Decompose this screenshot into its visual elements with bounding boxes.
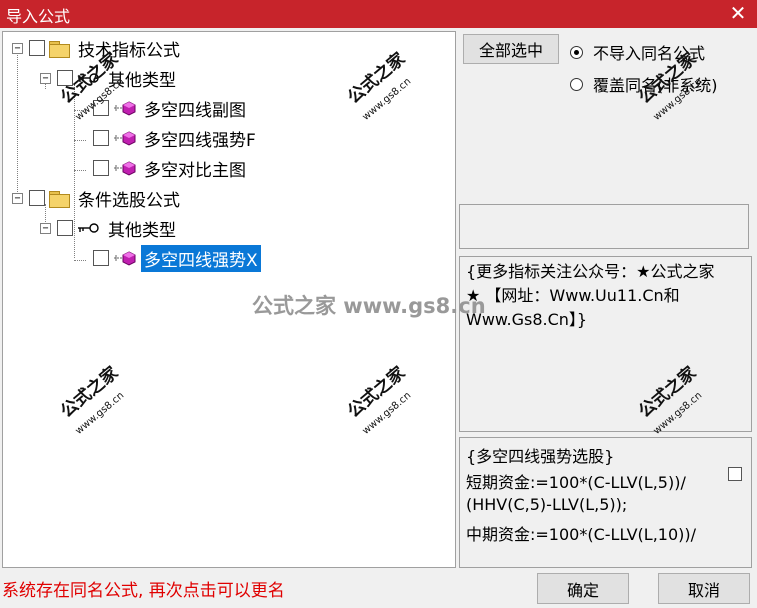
radio-no-import-same-name[interactable]: 不导入同名公式: [570, 40, 705, 64]
radio-dot[interactable]: [570, 45, 583, 59]
tree-node-other-types[interactable]: − 其他类型: [40, 64, 179, 92]
radio-label: 覆盖同名(非系统): [593, 76, 718, 95]
formula-code-box: {多空四线强势选股} 短期资金:=100*(C-LLV(L,5))/ (HHV(…: [459, 437, 752, 568]
collapse-toggle[interactable]: −: [12, 42, 23, 54]
code-line: (HHV(C,5)-LLV(L,5));: [466, 495, 628, 514]
key-icon: [78, 223, 99, 233]
tree-connector: [74, 110, 86, 111]
tree-node-label[interactable]: 多空对比主图: [141, 155, 249, 182]
tree-node-formula[interactable]: 多空四线副图: [93, 94, 249, 122]
tree-node-label[interactable]: 多空四线强势X: [141, 244, 261, 272]
tree-node-label[interactable]: 技术指标公式: [75, 35, 183, 62]
formula-icon: [114, 131, 136, 146]
collapse-toggle[interactable]: −: [12, 192, 23, 204]
formula-icon: [114, 101, 136, 116]
node-checkbox[interactable]: [93, 100, 109, 116]
tree-node-formula-selected[interactable]: 多空四线强势X: [93, 244, 261, 272]
title-bar: 导入公式 ✕: [0, 0, 757, 28]
folder-icon: [49, 40, 70, 58]
tree-node-formula[interactable]: 多空对比主图: [93, 154, 249, 182]
tree-connector: [74, 140, 86, 141]
cancel-button[interactable]: 取消: [658, 573, 750, 604]
ok-button[interactable]: 确定: [537, 573, 629, 604]
tree-node-stock-screening[interactable]: − 条件选股公式: [12, 184, 183, 212]
window-title: 导入公式: [6, 7, 71, 26]
radio-label: 不导入同名公式: [593, 44, 706, 63]
tree-node-label[interactable]: 其他类型: [105, 215, 179, 242]
node-checkbox[interactable]: [93, 160, 109, 176]
node-checkbox[interactable]: [29, 190, 45, 206]
tree-node-formula[interactable]: 多空四线强势F: [93, 124, 259, 152]
folder-icon: [49, 190, 70, 208]
node-checkbox[interactable]: [93, 130, 109, 146]
status-message: 系统存在同名公式, 再次点击可以更名: [2, 581, 285, 601]
radio-dot[interactable]: [570, 77, 583, 91]
tree-connector: [74, 260, 86, 261]
key-icon: [78, 73, 99, 83]
select-all-button[interactable]: 全部选中: [463, 34, 559, 64]
formula-icon: [114, 251, 136, 266]
collapse-toggle[interactable]: −: [40, 222, 51, 234]
collapse-toggle[interactable]: −: [40, 72, 51, 84]
formula-icon: [114, 161, 136, 176]
radio-overwrite-same-name[interactable]: 覆盖同名(非系统): [570, 72, 718, 96]
watermark-center: 公式之家 www.gs8.cn: [252, 294, 486, 318]
tree-node-label[interactable]: 其他类型: [105, 65, 179, 92]
rename-field[interactable]: [459, 204, 749, 249]
node-checkbox[interactable]: [57, 220, 73, 236]
tree-node-other-types[interactable]: − 其他类型: [40, 214, 179, 242]
tree-node-label[interactable]: 条件选股公式: [75, 185, 183, 212]
tree-connector: [17, 52, 18, 198]
tree-node-tech-indicators[interactable]: − 技术指标公式: [12, 34, 183, 62]
description-box: {更多指标关注公众号：★公式之家★ 【网址：Www.Uu11.Cn和Www.Gs…: [459, 256, 752, 432]
code-line: {多空四线强势选股}: [466, 447, 615, 466]
tree-node-label[interactable]: 多空四线副图: [141, 95, 249, 122]
code-line: 中期资金:=100*(C-LLV(L,10))/: [466, 525, 697, 544]
code-checkbox[interactable]: [728, 467, 742, 481]
node-checkbox[interactable]: [57, 70, 73, 86]
node-checkbox[interactable]: [93, 250, 109, 266]
tree-connector: [74, 170, 86, 171]
description-text: {更多指标关注公众号：★公式之家★ 【网址：Www.Uu11.Cn和Www.Gs…: [466, 262, 715, 329]
close-icon[interactable]: ✕: [727, 1, 749, 25]
tree-node-label[interactable]: 多空四线强势F: [141, 125, 259, 152]
code-line: 短期资金:=100*(C-LLV(L,5))/: [466, 473, 686, 492]
node-checkbox[interactable]: [29, 40, 45, 56]
